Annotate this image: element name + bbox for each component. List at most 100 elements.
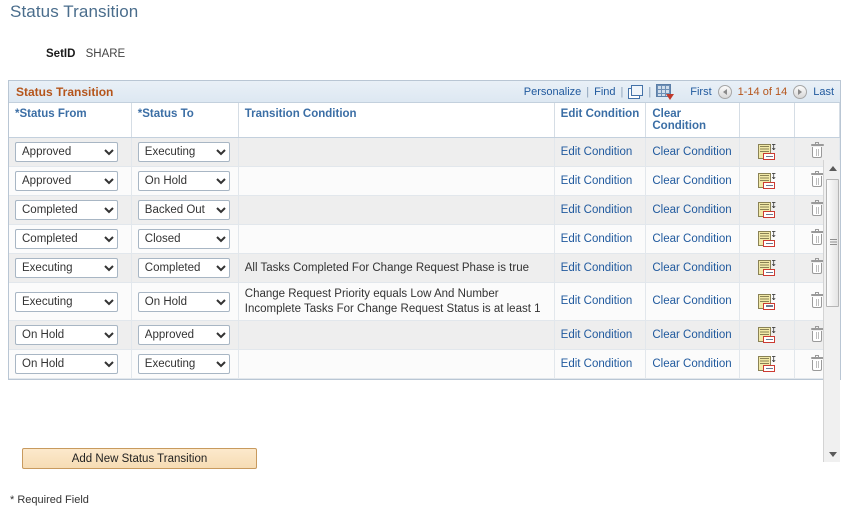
setid-row: SetID SHARE: [46, 48, 125, 60]
previous-arrow-icon[interactable]: [717, 84, 732, 99]
table-row: ApprovedCompletedExecutingOn HoldBacked …: [9, 224, 840, 254]
toolbar-separator-2: |: [620, 85, 624, 98]
status-to-select[interactable]: ApprovedCompletedExecutingOn HoldBacked …: [137, 200, 230, 220]
status-from-select[interactable]: ApprovedCompletedExecutingOn HoldBacked …: [15, 142, 118, 162]
status-from-select[interactable]: ApprovedCompletedExecutingOn HoldBacked …: [15, 325, 118, 346]
status-to-select[interactable]: ApprovedCompletedExecutingOn HoldBacked …: [137, 291, 230, 312]
cell-status-from: ApprovedCompletedExecutingOn HoldBacked …: [9, 282, 132, 322]
cell-clear-condition: Clear Condition: [645, 166, 741, 196]
table-body: ApprovedCompletedExecutingOn HoldBacked …: [9, 137, 840, 380]
column-header-transition-condition: Transition Condition: [238, 103, 555, 138]
table-row: ApprovedCompletedExecutingOn HoldBacked …: [9, 195, 840, 225]
add-row-icon[interactable]: ↧: [758, 231, 777, 247]
edit-condition-link[interactable]: Edit Condition: [561, 295, 633, 307]
edit-condition-link[interactable]: Edit Condition: [561, 233, 633, 245]
add-row-icon[interactable]: ↧: [758, 327, 777, 344]
cell-edit-condition: Edit Condition: [554, 349, 647, 380]
cell-add-row: ↧: [739, 253, 796, 283]
personalize-link[interactable]: Personalize: [520, 86, 585, 98]
edit-condition-link[interactable]: Edit Condition: [561, 262, 633, 274]
table-row: ApprovedCompletedExecutingOn HoldBacked …: [9, 253, 840, 283]
add-row-icon[interactable]: ↧: [758, 173, 777, 189]
cell-add-row: ↧: [739, 137, 796, 167]
cell-status-from: ApprovedCompletedExecutingOn HoldBacked …: [9, 320, 132, 351]
delete-row-icon[interactable]: [810, 325, 824, 343]
status-from-select[interactable]: ApprovedCompletedExecutingOn HoldBacked …: [15, 200, 118, 220]
clear-condition-link[interactable]: Clear Condition: [652, 233, 731, 245]
cell-status-from: ApprovedCompletedExecutingOn HoldBacked …: [9, 253, 132, 283]
cell-transition-condition: All Tasks Completed For Change Request P…: [238, 253, 555, 283]
clear-condition-link[interactable]: Clear Condition: [652, 175, 731, 187]
cell-transition-condition: [238, 166, 555, 196]
add-row-icon[interactable]: ↧: [758, 293, 777, 310]
clear-condition-link[interactable]: Clear Condition: [652, 295, 731, 307]
cell-status-from: ApprovedCompletedExecutingOn HoldBacked …: [9, 224, 132, 254]
delete-row-icon[interactable]: [810, 142, 824, 159]
delete-row-icon[interactable]: [810, 258, 824, 275]
delete-row-icon[interactable]: [810, 292, 824, 309]
pager-last-link[interactable]: Last: [813, 86, 834, 98]
toolbar-separator-3: |: [648, 85, 652, 98]
add-row-icon[interactable]: ↧: [758, 356, 777, 373]
add-row-icon[interactable]: ↧: [758, 144, 777, 160]
column-header-status-to: *Status To: [131, 103, 239, 138]
table-row: ApprovedCompletedExecutingOn HoldBacked …: [9, 137, 840, 167]
column-header-add: [739, 103, 796, 138]
cell-clear-condition: Clear Condition: [645, 320, 741, 351]
clear-condition-link[interactable]: Clear Condition: [652, 358, 731, 370]
cell-transition-condition: [238, 195, 555, 225]
cell-status-to: ApprovedCompletedExecutingOn HoldBacked …: [131, 282, 239, 322]
status-from-select[interactable]: ApprovedCompletedExecutingOn HoldBacked …: [15, 258, 118, 278]
cell-status-to: ApprovedCompletedExecutingOn HoldBacked …: [131, 320, 239, 351]
status-to-select[interactable]: ApprovedCompletedExecutingOn HoldBacked …: [137, 354, 230, 375]
cell-status-from: ApprovedCompletedExecutingOn HoldBacked …: [9, 195, 132, 225]
cell-transition-condition: [238, 320, 555, 351]
scroll-down-arrow-icon[interactable]: [824, 446, 841, 462]
cell-add-row: ↧: [739, 224, 796, 254]
delete-row-icon[interactable]: [810, 354, 824, 372]
grid-pager: First 1-14 of 14 Last: [690, 84, 834, 99]
cell-status-to: ApprovedCompletedExecutingOn HoldBacked …: [131, 137, 239, 167]
edit-condition-link[interactable]: Edit Condition: [561, 329, 633, 341]
scroll-up-arrow-icon[interactable]: [824, 160, 841, 176]
delete-row-icon[interactable]: [810, 229, 824, 246]
status-to-select[interactable]: ApprovedCompletedExecutingOn HoldBacked …: [137, 229, 230, 249]
zoom-expand-icon[interactable]: ↗: [628, 84, 644, 99]
add-row-icon[interactable]: ↧: [758, 260, 777, 276]
delete-row-icon[interactable]: [810, 200, 824, 217]
cell-add-row: ↧: [739, 166, 796, 196]
clear-condition-link[interactable]: Clear Condition: [652, 204, 731, 216]
find-link[interactable]: Find: [590, 86, 619, 98]
edit-condition-link[interactable]: Edit Condition: [561, 204, 633, 216]
edit-condition-link[interactable]: Edit Condition: [561, 175, 633, 187]
scrollbar-thumb[interactable]: [826, 179, 839, 307]
download-to-spreadsheet-icon[interactable]: [656, 84, 675, 100]
status-from-select[interactable]: ApprovedCompletedExecutingOn HoldBacked …: [15, 171, 118, 191]
edit-condition-link[interactable]: Edit Condition: [561, 146, 633, 158]
status-transition-table: *Status From *Status To Transition Condi…: [9, 103, 840, 380]
edit-condition-link[interactable]: Edit Condition: [561, 358, 633, 370]
cell-clear-condition: Clear Condition: [645, 253, 741, 283]
cell-status-from: ApprovedCompletedExecutingOn HoldBacked …: [9, 137, 132, 167]
pager-first-link[interactable]: First: [690, 86, 711, 98]
status-from-select[interactable]: ApprovedCompletedExecutingOn HoldBacked …: [15, 354, 118, 375]
clear-condition-link[interactable]: Clear Condition: [652, 329, 731, 341]
grid-vertical-scrollbar[interactable]: [823, 160, 840, 462]
delete-row-icon[interactable]: [810, 171, 824, 188]
table-row: ApprovedCompletedExecutingOn HoldBacked …: [9, 320, 840, 351]
add-row-icon[interactable]: ↧: [758, 202, 777, 218]
next-arrow-icon[interactable]: [793, 84, 808, 99]
clear-condition-link[interactable]: Clear Condition: [652, 262, 731, 274]
clear-condition-link[interactable]: Clear Condition: [652, 146, 731, 158]
cell-edit-condition: Edit Condition: [554, 166, 647, 196]
status-from-select[interactable]: ApprovedCompletedExecutingOn HoldBacked …: [15, 291, 118, 312]
cell-status-to: ApprovedCompletedExecutingOn HoldBacked …: [131, 224, 239, 254]
status-to-select[interactable]: ApprovedCompletedExecutingOn HoldBacked …: [137, 142, 230, 162]
status-to-select[interactable]: ApprovedCompletedExecutingOn HoldBacked …: [137, 171, 230, 191]
status-to-select[interactable]: ApprovedCompletedExecutingOn HoldBacked …: [137, 258, 230, 278]
status-to-select[interactable]: ApprovedCompletedExecutingOn HoldBacked …: [137, 325, 230, 346]
setid-value: SHARE: [85, 48, 126, 60]
status-from-select[interactable]: ApprovedCompletedExecutingOn HoldBacked …: [15, 229, 118, 249]
cell-status-to: ApprovedCompletedExecutingOn HoldBacked …: [131, 349, 239, 380]
add-new-status-transition-button[interactable]: Add New Status Transition: [22, 448, 257, 469]
